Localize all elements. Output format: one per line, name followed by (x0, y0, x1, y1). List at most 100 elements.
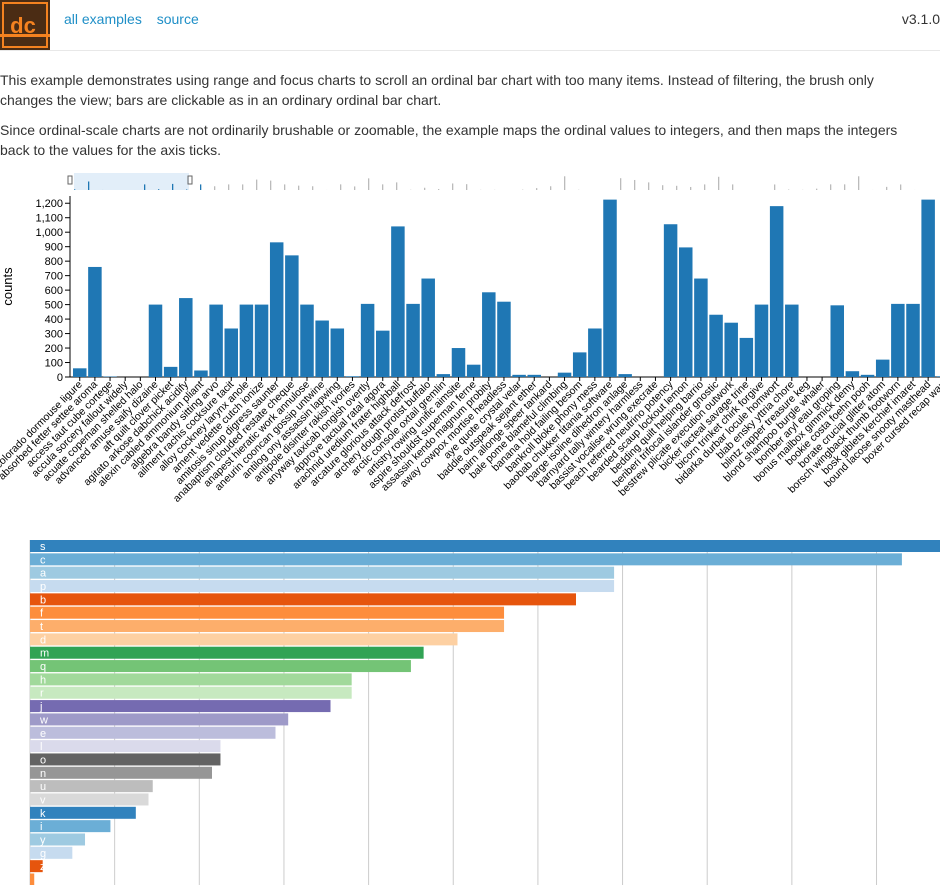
focus-bar[interactable] (588, 328, 602, 377)
row-bar-label: t (40, 621, 43, 633)
row-bar[interactable] (30, 540, 940, 552)
focus-bar[interactable] (572, 352, 587, 377)
row-bar[interactable] (30, 646, 424, 659)
focus-bar[interactable] (785, 304, 799, 377)
focus-bar[interactable] (360, 303, 375, 377)
focus-bar[interactable] (921, 199, 935, 377)
focus-bar[interactable] (618, 374, 632, 377)
row-bar[interactable] (30, 580, 615, 593)
focus-bar[interactable] (163, 366, 178, 377)
focus-y-tick-label: 400 (45, 314, 63, 326)
focus-bar[interactable] (436, 374, 451, 377)
focus-bar[interactable] (694, 278, 708, 377)
focus-bar[interactable] (179, 298, 193, 377)
row-bar-label: m (40, 648, 49, 660)
row-bar[interactable] (30, 780, 153, 793)
row-bar[interactable] (30, 673, 352, 686)
row-bar[interactable] (30, 566, 615, 579)
focus-bar[interactable] (239, 304, 254, 377)
row-bar[interactable] (30, 686, 352, 699)
focus-bar[interactable] (709, 314, 723, 377)
row-bar[interactable] (30, 606, 505, 619)
focus-bar[interactable] (224, 328, 239, 377)
focus-bar[interactable] (376, 330, 390, 377)
focus-bar[interactable] (300, 304, 314, 377)
focus-bar[interactable] (88, 266, 102, 377)
row-bar-label: v (40, 794, 46, 806)
row-bar[interactable] (30, 766, 212, 779)
focus-bar[interactable] (936, 376, 940, 377)
focus-bar[interactable] (254, 304, 269, 377)
focus-y-tick-label: 900 (45, 242, 63, 254)
row-bar[interactable] (30, 740, 221, 753)
focus-bar[interactable] (269, 242, 284, 377)
focus-bar[interactable] (466, 364, 481, 377)
version-label: v3.1.0 (901, 11, 940, 27)
focus-bar[interactable] (891, 303, 905, 377)
focus-bar[interactable] (148, 304, 163, 377)
intro-paragraph-2: Since ordinal-scale charts are not ordin… (0, 122, 898, 158)
focus-bar[interactable] (285, 255, 299, 377)
focus-bar[interactable] (739, 337, 754, 377)
focus-bar[interactable] (875, 359, 890, 377)
row-bar[interactable] (30, 620, 505, 633)
focus-bar[interactable] (830, 305, 845, 377)
row-bar[interactable] (30, 753, 221, 766)
row-bar[interactable] (30, 833, 86, 846)
focus-bar[interactable] (406, 303, 420, 377)
focus-bar[interactable] (451, 348, 466, 377)
focus-bar[interactable] (330, 328, 345, 377)
row-bar-label: p (40, 581, 46, 593)
focus-bar[interactable] (769, 206, 784, 377)
focus-bar[interactable] (603, 199, 617, 377)
focus-bar[interactable] (209, 304, 223, 377)
focus-y-axis: 0 100 200 300 400 500 600 700 800 900 1,000 1,100 1,… (35, 196, 71, 384)
row-bar-label: a (40, 568, 47, 580)
focus-bar[interactable] (663, 224, 678, 377)
row-bar[interactable] (30, 793, 149, 806)
row-bar[interactable] (30, 846, 73, 859)
all-examples-link[interactable]: all examples (64, 11, 142, 27)
focus-bar[interactable] (194, 370, 208, 377)
focus-bar[interactable] (679, 247, 693, 377)
row-bar[interactable] (30, 593, 576, 606)
focus-bar[interactable] (527, 374, 542, 377)
focus-bar[interactable] (906, 303, 920, 377)
focus-bar[interactable] (724, 322, 738, 377)
row-bar-label: l (40, 741, 42, 753)
focus-bar[interactable] (421, 278, 435, 377)
row-bar[interactable] (30, 553, 902, 566)
focus-bar[interactable] (345, 376, 360, 377)
row-bar[interactable] (30, 873, 35, 885)
focus-bar[interactable] (391, 226, 405, 377)
row-bar-label: r (40, 688, 44, 700)
source-link[interactable]: source (157, 11, 199, 27)
focus-bar[interactable] (482, 292, 496, 377)
focus-bar[interactable] (497, 301, 511, 377)
row-bar[interactable] (30, 633, 458, 646)
focus-bar[interactable] (557, 372, 572, 377)
focus-bar[interactable] (754, 304, 769, 377)
row-bar-label: x (40, 875, 46, 885)
dc-logo[interactable]: dc (0, 0, 50, 50)
focus-bar[interactable] (845, 371, 860, 377)
row-bar-label: s (40, 541, 46, 553)
row-bar-label: e (40, 728, 46, 740)
intro-paragraph-1: This example demonstrates using range an… (0, 72, 874, 108)
focus-y-tick-label: 300 (45, 329, 63, 341)
row-bar-label: h (40, 674, 46, 686)
focus-bar-chart: 0 100 200 300 400 500 600 700 800 900 1,000 1,100 1,… (0, 196, 940, 506)
focus-bar[interactable] (315, 320, 329, 377)
row-bar[interactable] (30, 726, 276, 739)
row-bar[interactable] (30, 700, 331, 713)
row-bar[interactable] (30, 806, 136, 819)
focus-y-tick-label: 200 (45, 343, 63, 355)
row-bar-label: o (40, 754, 46, 766)
focus-bar[interactable] (860, 374, 875, 377)
row-bar[interactable] (30, 660, 411, 673)
focus-bar[interactable] (73, 368, 87, 377)
page-header: dc all examples source v3.1.0 (0, 0, 940, 51)
focus-bar[interactable] (512, 374, 526, 377)
row-bar-label: q (40, 661, 46, 673)
row-bar[interactable] (30, 713, 289, 726)
